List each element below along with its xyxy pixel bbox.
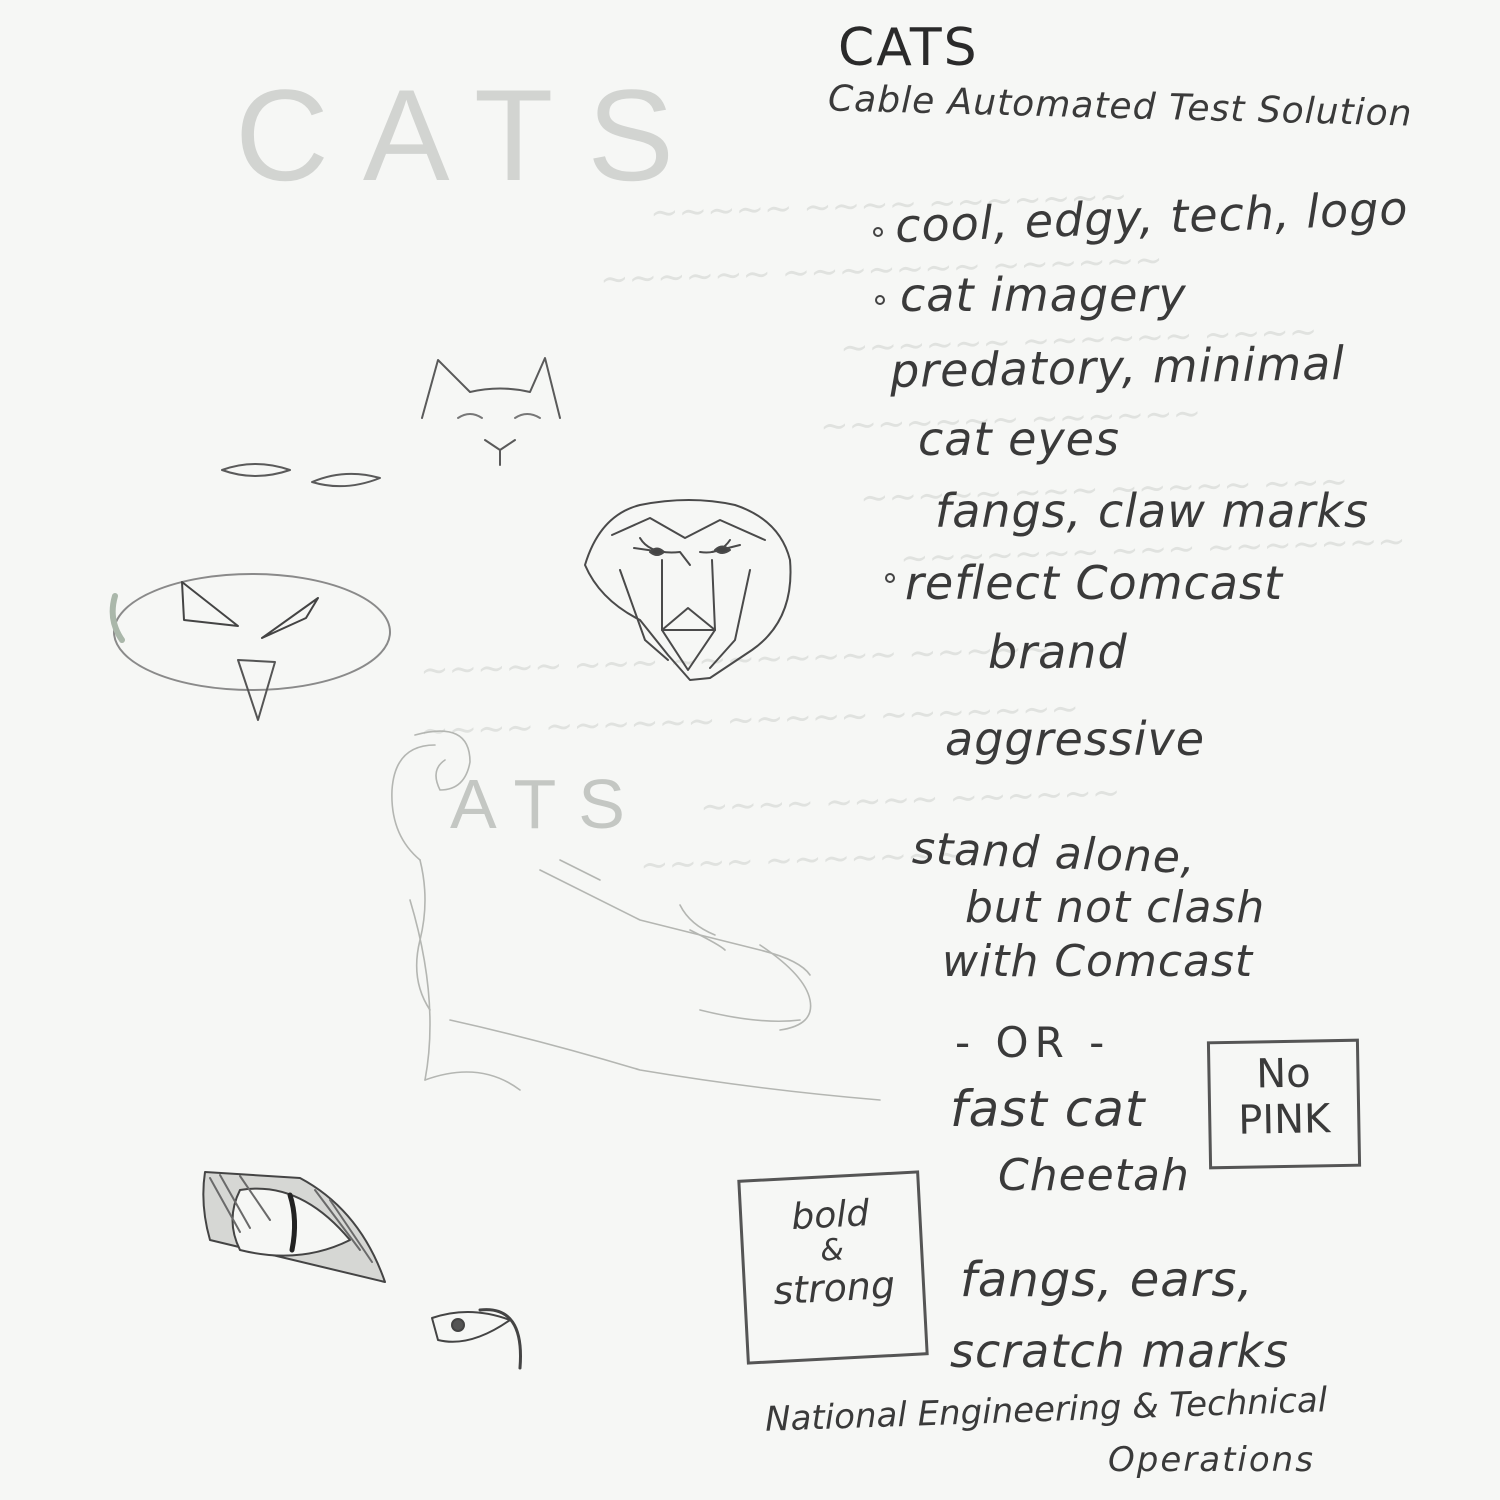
almond-eyes-sketch: [221, 463, 381, 488]
cat-body-sketch: ATS: [391, 730, 881, 1101]
svg-text:ATS: ATS: [450, 765, 647, 843]
cat-head-sketch: [421, 357, 561, 466]
pencil-sketches: ATS: [109, 357, 881, 1370]
lion-head-sketch: [584, 499, 792, 681]
small-eye-claw-sketch: [431, 1308, 522, 1370]
cat-eye-sketch: [202, 1171, 386, 1283]
oval-face-sketch: [109, 573, 391, 721]
sketch-page: ~~~~~ ~~~~ ~~~~~~~ ~~~~~~ ~~~~~~~ ~~~~~~…: [0, 0, 1500, 1500]
